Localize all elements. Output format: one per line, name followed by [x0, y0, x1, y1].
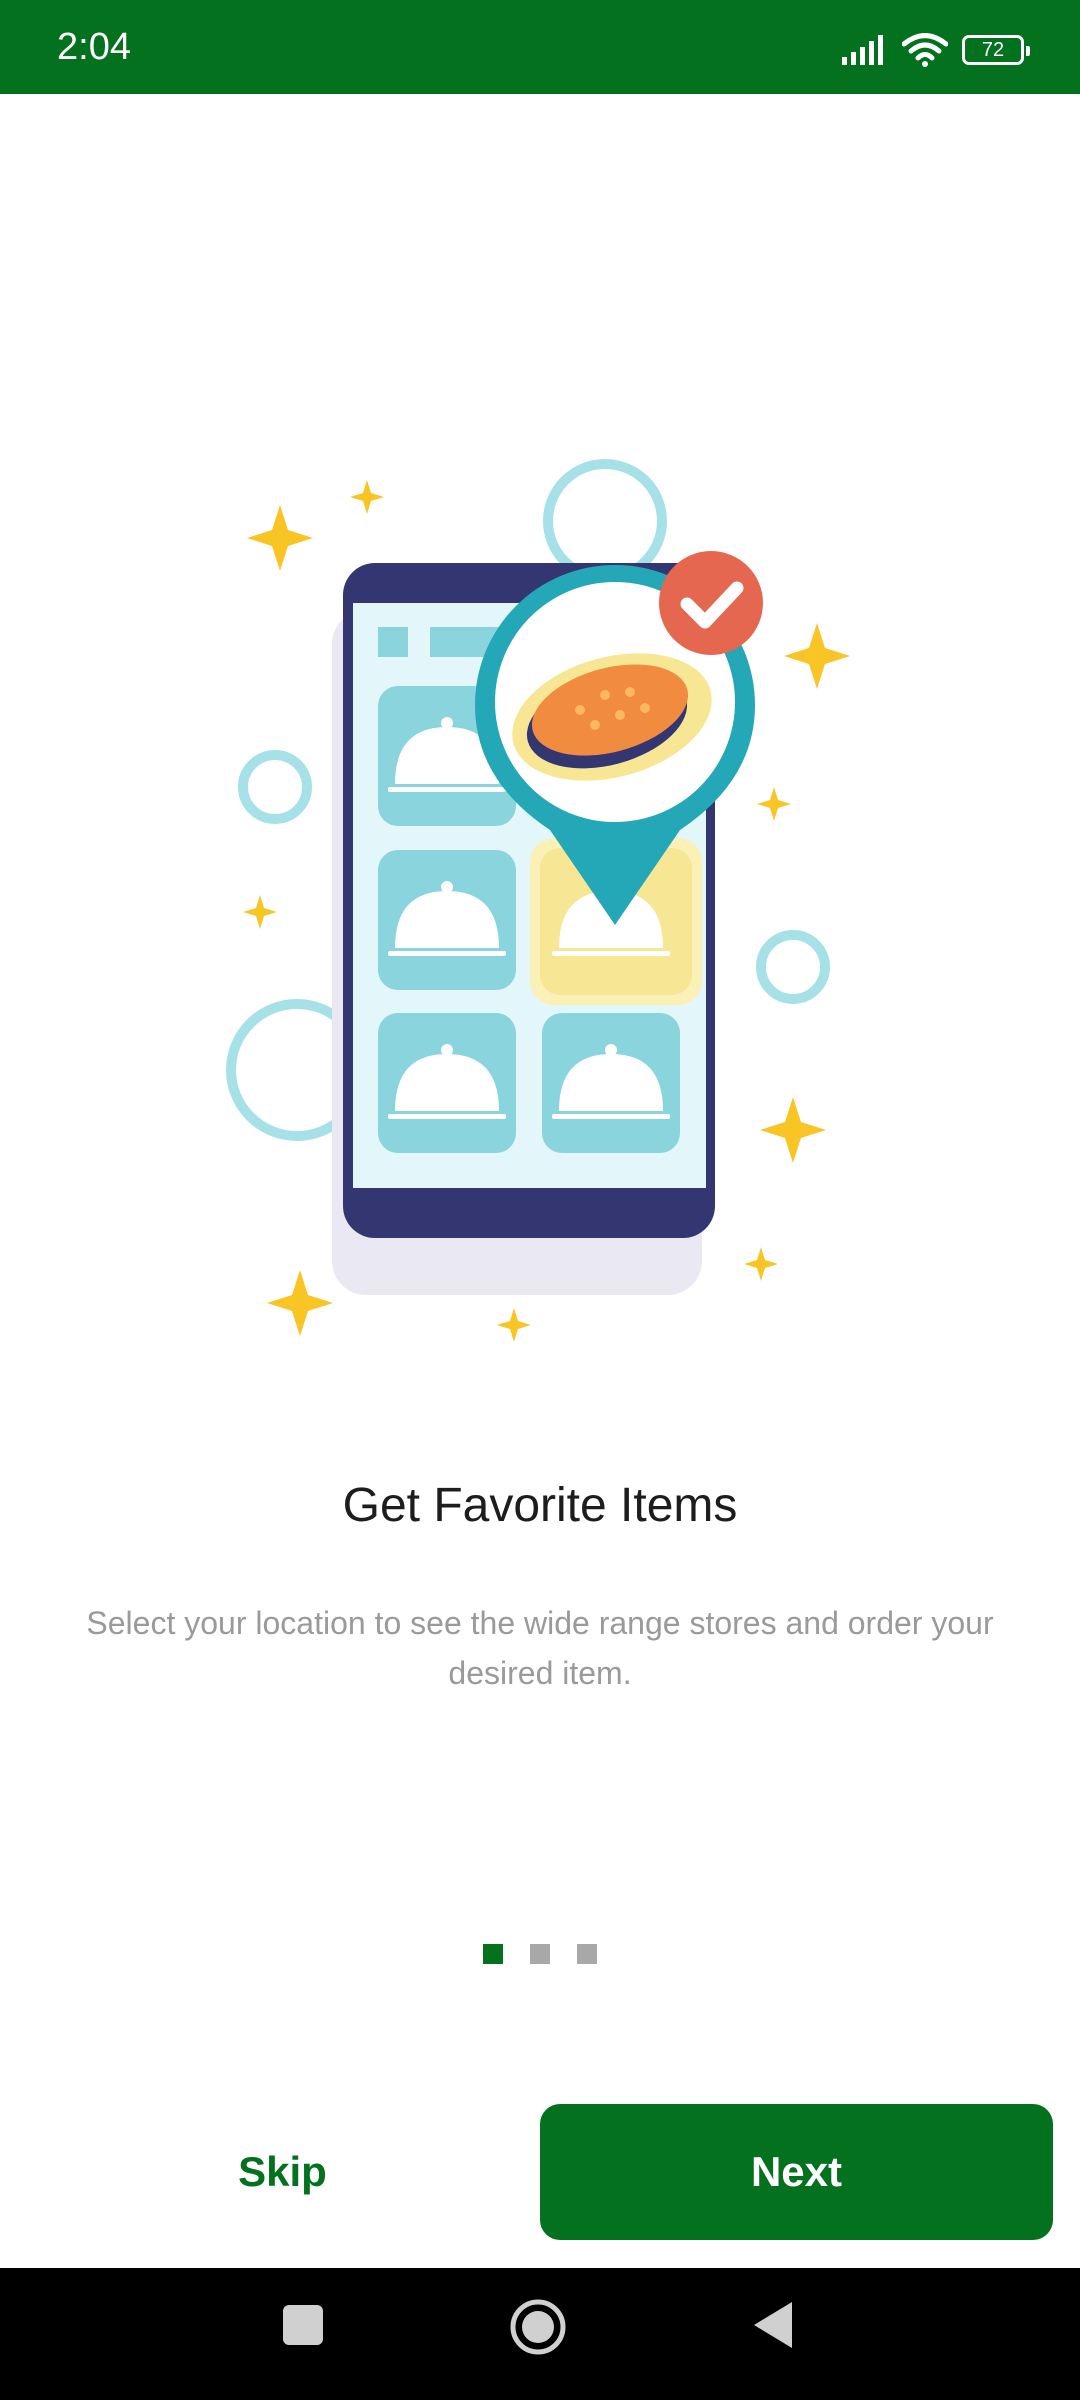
- page-dot-1: [483, 1944, 503, 1964]
- home-button[interactable]: [509, 2298, 567, 2356]
- skip-button[interactable]: Skip: [90, 2104, 475, 2240]
- phone-food-location-illustration: [226, 459, 850, 1342]
- battery-icon: 72: [962, 35, 1030, 65]
- signal-icon: [842, 35, 883, 65]
- navigation-bar: [0, 2268, 1080, 2400]
- page-indicator: [0, 1944, 1080, 1964]
- next-button[interactable]: Next: [540, 2104, 1053, 2240]
- back-button[interactable]: [752, 2300, 794, 2350]
- onboarding-description: Select your location to see the wide ran…: [86, 1605, 994, 1691]
- status-bar: 2:04 72: [0, 0, 1080, 94]
- page-dot-2: [530, 1944, 550, 1964]
- onboarding-title: Get Favorite Items: [342, 1479, 738, 1532]
- recents-button[interactable]: [282, 2304, 324, 2346]
- page-dot-3: [577, 1944, 597, 1964]
- wifi-icon: [902, 33, 948, 67]
- status-icons: 72: [842, 30, 1030, 70]
- check-badge-icon: [659, 551, 763, 655]
- battery-level: 72: [981, 38, 1005, 61]
- status-time: 2:04: [57, 26, 131, 68]
